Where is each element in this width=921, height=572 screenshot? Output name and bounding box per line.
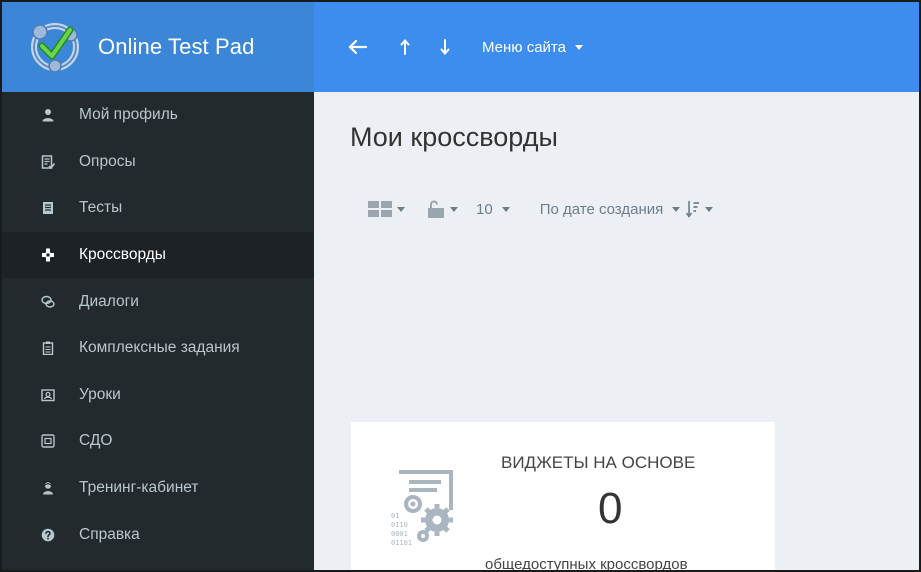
survey-icon <box>40 154 56 170</box>
sidebar-item-training[interactable]: Тренинг-кабинет <box>2 465 314 512</box>
svg-text:0001: 0001 <box>391 530 408 538</box>
svg-text:0110: 0110 <box>391 521 408 529</box>
brand-name: Online Test Pad <box>98 34 255 59</box>
sidebar-item-label: Тренинг-кабинет <box>79 479 199 497</box>
sort-order-dropdown[interactable] <box>686 200 714 218</box>
test-icon <box>40 200 56 216</box>
widget-count: 0 <box>598 484 623 533</box>
list-toolbar: 10 По дате создания <box>368 199 714 219</box>
chevron-down-icon <box>397 206 405 212</box>
sort-field-dropdown[interactable]: По дате создания <box>540 201 681 218</box>
chevron-down-icon <box>501 206 510 212</box>
main-content: Мои кроссворды 10 По дате создания 01 01… <box>314 92 919 572</box>
widget-gears-icon: 01 0110 0001 01101 <box>391 470 453 547</box>
crossword-icon <box>40 247 56 263</box>
training-icon <box>40 480 56 496</box>
top-navbar: Меню сайта <box>314 2 919 92</box>
sidebar-item-label: Диалоги <box>79 292 139 310</box>
site-menu-label: Меню сайта <box>482 38 566 56</box>
widgets-info-box: 01 0110 0001 01101 ВИДЖЕТЫ НА ОСНОВЕ 0 о… <box>351 422 775 572</box>
svg-text:01101: 01101 <box>391 539 412 547</box>
svg-text:01: 01 <box>391 512 399 520</box>
sort-descending-icon <box>686 201 700 218</box>
back-arrow-icon[interactable] <box>346 36 368 58</box>
header: Online Test Pad Меню сайта <box>2 2 919 92</box>
lms-icon <box>40 433 56 449</box>
view-mode-dropdown[interactable] <box>368 201 405 217</box>
site-menu-dropdown[interactable]: Меню сайта <box>482 39 583 56</box>
sidebar-item-lms[interactable]: СДО <box>2 418 314 465</box>
sidebar-item-label: СДО <box>79 432 113 450</box>
chevron-down-icon <box>672 206 681 212</box>
app-window: Online Test Pad Меню сайта Мой профиль О… <box>0 0 921 572</box>
brand-area[interactable]: Online Test Pad <box>2 2 314 92</box>
user-icon <box>40 107 56 123</box>
widget-title: ВИДЖЕТЫ НА ОСНОВЕ <box>501 453 696 472</box>
sidebar-item-crosswords[interactable]: Кроссворды <box>2 231 314 279</box>
sidebar-item-label: Комплексные задания <box>79 339 240 357</box>
chevron-down-icon <box>574 44 583 50</box>
sidebar-item-lessons[interactable]: Уроки <box>2 372 314 419</box>
sidebar-item-label: Опросы <box>79 152 136 170</box>
logo-icon <box>31 23 79 73</box>
sidebar-item-label: Кроссворды <box>79 246 166 264</box>
page-size-dropdown[interactable]: 10 <box>476 201 510 218</box>
page-size-value: 10 <box>476 200 493 218</box>
up-arrow-icon[interactable] <box>394 36 416 58</box>
chevron-down-icon <box>705 206 714 212</box>
unlock-icon <box>428 200 444 218</box>
sidebar-item-complex-tasks[interactable]: Комплексные задания <box>2 325 314 372</box>
sidebar-item-label: Тесты <box>79 199 123 217</box>
sidebar-item-label: Справка <box>79 525 140 543</box>
page-title: Мои кроссворды <box>350 122 558 152</box>
sort-field-value: По дате создания <box>539 200 664 218</box>
access-filter-dropdown[interactable] <box>427 199 458 219</box>
grid-view-icon <box>368 201 392 217</box>
chevron-down-icon <box>450 206 458 212</box>
sidebar-item-dialogs[interactable]: Диалоги <box>2 278 314 325</box>
lesson-icon <box>40 387 56 403</box>
sidebar-item-tests[interactable]: Тесты <box>2 185 314 232</box>
sidebar-item-label: Уроки <box>79 385 121 403</box>
sidebar-item-label: Мой профиль <box>79 106 178 124</box>
sidebar: Мой профиль Опросы Тесты Кроссворды Диал… <box>2 92 314 570</box>
sidebar-item-profile[interactable]: Мой профиль <box>2 92 314 139</box>
widget-subtitle: общедоступных кроссвордов <box>485 556 688 572</box>
down-arrow-icon[interactable] <box>434 36 456 58</box>
sidebar-item-help[interactable]: Справка <box>2 511 314 558</box>
clipboard-icon <box>40 340 56 356</box>
sidebar-item-surveys[interactable]: Опросы <box>2 139 314 186</box>
dialog-icon <box>40 294 56 310</box>
help-icon <box>40 527 56 543</box>
